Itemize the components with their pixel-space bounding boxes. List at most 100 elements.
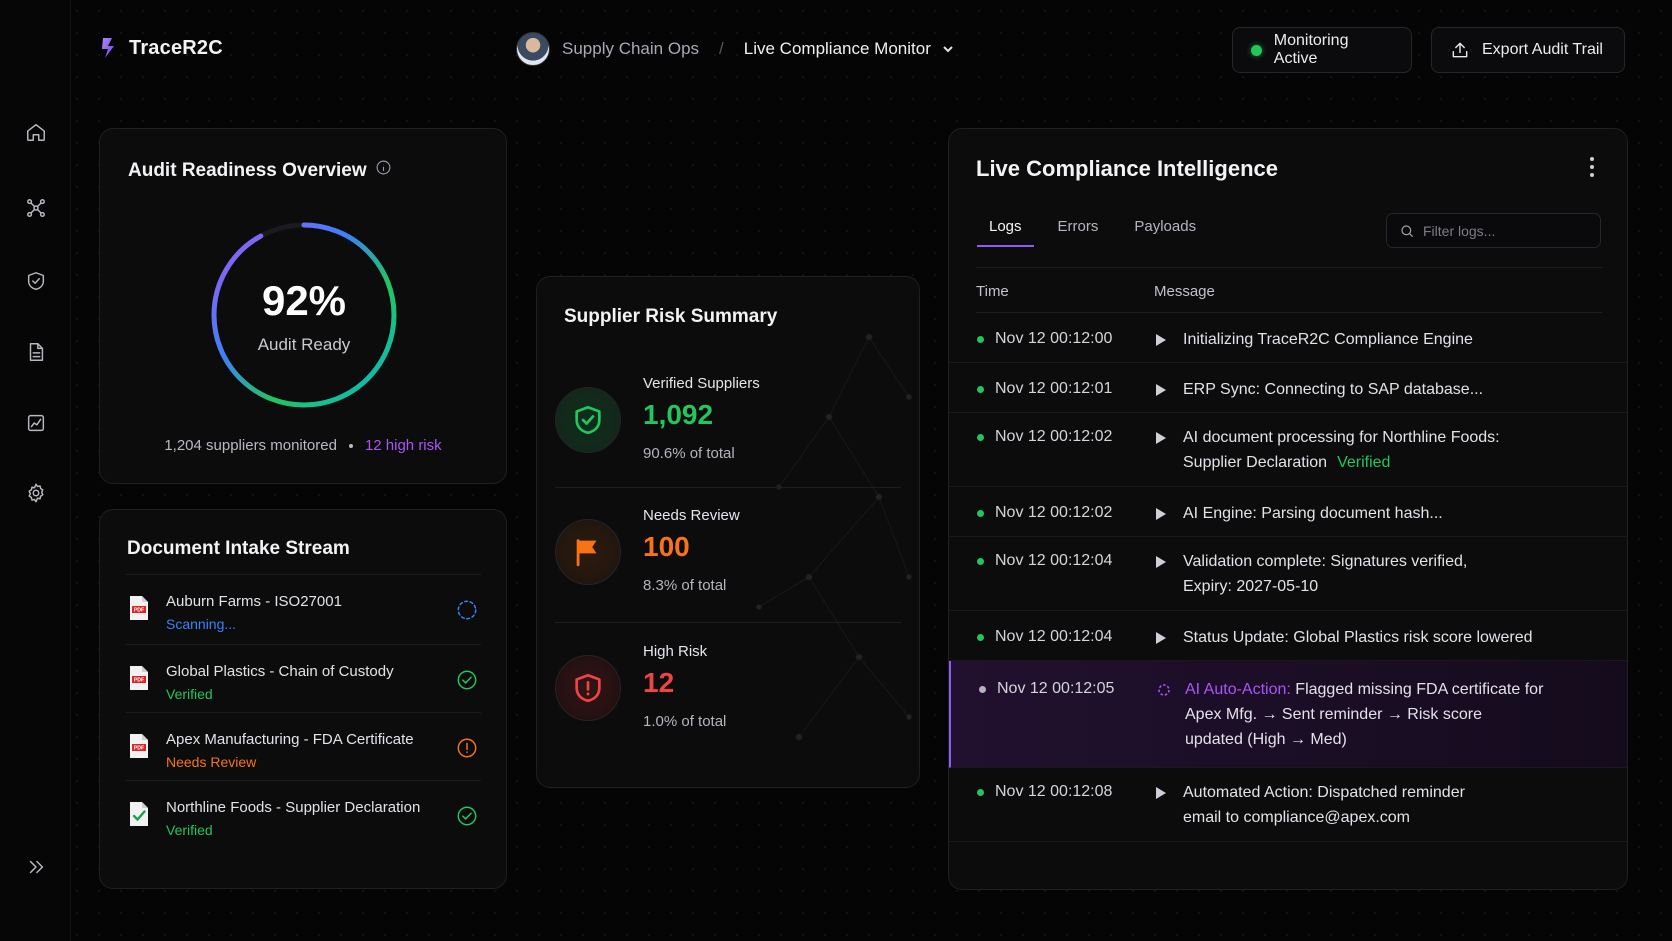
breadcrumb-separator: /: [719, 39, 724, 58]
analytics-icon[interactable]: [23, 410, 49, 436]
log-message-line: Automated Action: Dispatched reminder: [1183, 784, 1465, 801]
log-time: Nov 12 00:12:04: [995, 552, 1113, 569]
shield-check-icon[interactable]: [23, 268, 49, 294]
log-status-dot: [977, 634, 984, 641]
log-message: Status Update: Global Plastics risk scor…: [1183, 625, 1593, 650]
risk-title: Supplier Risk Summary: [564, 306, 778, 327]
log-message-line: ERP Sync: Connecting to SAP database...: [1183, 381, 1484, 398]
log-message: AI Engine: Parsing document hash...: [1183, 501, 1593, 526]
expand-play-icon[interactable]: [1155, 333, 1167, 347]
live-compliance-card: Live Compliance Intelligence Logs Errors…: [948, 128, 1628, 890]
risk-label: Verified Suppliers: [643, 375, 760, 392]
document-status: Verified: [166, 686, 213, 702]
risk-percent: 90.6% of total: [643, 445, 735, 462]
pdf-file-icon: PDF: [129, 595, 149, 621]
check-circle-icon: [456, 669, 478, 691]
audit-ready-label: Audit Ready: [257, 335, 351, 354]
risk-divider: [555, 622, 901, 623]
document-row[interactable]: PDF Apex Manufacturing - FDA Certificate N…: [126, 712, 481, 784]
sidebar: [0, 0, 71, 941]
audit-readiness-ring: 92% Audit Ready: [206, 217, 402, 413]
document-name: Apex Manufacturing - FDA Certificate: [166, 731, 414, 748]
log-row[interactable]: Nov 12 00:12:02 AI document processing fo…: [949, 413, 1627, 487]
shield-alert-icon: [555, 655, 621, 721]
breadcrumb-workspace[interactable]: Supply Chain Ops: [562, 39, 699, 59]
tab-logs[interactable]: Logs: [977, 212, 1034, 247]
log-row[interactable]: Nov 12 00:12:00 Initializing TraceR2C Com…: [949, 313, 1627, 363]
document-row[interactable]: PDF Auburn Farms - ISO27001 Scanning...: [126, 574, 481, 646]
network-icon[interactable]: [23, 195, 49, 221]
log-message: Initializing TraceR2C Compliance Engine: [1183, 327, 1593, 352]
log-row[interactable]: Nov 12 00:12:08 Automated Action: Dispatc…: [949, 768, 1627, 842]
tab-payloads[interactable]: Payloads: [1122, 212, 1208, 247]
network-background: [756, 333, 912, 741]
log-message-line: Status Update: Global Plastics risk scor…: [1183, 629, 1533, 646]
upload-icon: [1452, 42, 1468, 58]
document-row[interactable]: PDF Global Plastics - Chain of Custody Ver…: [126, 644, 481, 716]
log-message-line: AI document processing for Northline Foo…: [1183, 429, 1500, 446]
home-icon[interactable]: [23, 119, 49, 145]
risk-value: 100: [643, 531, 690, 562]
log-time: Nov 12 00:12:04: [995, 628, 1113, 645]
document-row[interactable]: Northline Foods - Supplier Declaration Ve…: [126, 780, 481, 852]
high-risk-link[interactable]: 12 high risk: [365, 437, 442, 454]
filter-logs-field[interactable]: [1386, 213, 1601, 248]
risk-percent: 8.3% of total: [643, 577, 727, 594]
document-icon[interactable]: [23, 339, 49, 365]
document-name: Northline Foods - Supplier Declaration: [166, 799, 421, 816]
svg-text:PDF: PDF: [134, 678, 144, 684]
expand-play-icon[interactable]: [1155, 786, 1167, 800]
ai-action-prefix: AI Auto-Action:: [1185, 681, 1291, 698]
tabs-divider: [976, 267, 1602, 268]
export-label: Export Audit Trail: [1482, 41, 1603, 58]
log-time: Nov 12 00:12:02: [995, 504, 1113, 521]
expand-play-icon[interactable]: [1155, 631, 1167, 645]
log-time: Nov 12 00:12:05: [997, 680, 1115, 697]
expand-play-icon[interactable]: [1155, 383, 1167, 397]
info-icon[interactable]: [375, 159, 392, 182]
ai-spark-icon[interactable]: [1157, 683, 1170, 697]
document-name: Auburn Farms - ISO27001: [166, 593, 342, 610]
expand-play-icon[interactable]: [1155, 431, 1167, 445]
monitoring-status-button[interactable]: Monitoring Active: [1232, 27, 1412, 73]
risk-value: 12: [643, 667, 675, 698]
log-row[interactable]: Nov 12 00:12:04 Status Update: Global Pla…: [949, 611, 1627, 661]
log-message: ERP Sync: Connecting to SAP database...: [1183, 377, 1593, 402]
log-status-dot: [977, 789, 984, 796]
log-row[interactable]: Nov 12 00:12:04 Validation complete: Sign…: [949, 537, 1627, 611]
log-message-line: Apex Mfg. → Sent reminder → Risk score: [1185, 706, 1482, 723]
breadcrumb-page[interactable]: Live Compliance Monitor: [744, 39, 931, 59]
expand-play-icon[interactable]: [1155, 555, 1167, 569]
log-tabs: Logs Errors Payloads: [977, 212, 1220, 247]
alert-circle-icon: [456, 737, 478, 759]
log-message-line: Flagged missing FDA certificate for: [1295, 681, 1544, 698]
brand-name: TraceR2C: [129, 36, 223, 59]
gear-icon[interactable]: [23, 480, 49, 506]
avatar[interactable]: [516, 32, 550, 66]
chevrons-right-icon[interactable]: [23, 854, 49, 880]
risk-value: 1,092: [643, 399, 714, 430]
risk-divider: [555, 487, 901, 488]
document-status: Verified: [166, 822, 213, 838]
live-title: Live Compliance Intelligence: [976, 156, 1278, 181]
chevron-down-icon[interactable]: [941, 42, 955, 56]
log-message-line: AI Engine: Parsing document hash...: [1183, 505, 1443, 522]
log-status-dot: [977, 386, 984, 393]
log-row[interactable]: Nov 12 00:12:01 ERP Sync: Connecting to S…: [949, 363, 1627, 413]
document-status: Scanning...: [166, 616, 237, 632]
filter-logs-input[interactable]: [1423, 222, 1583, 239]
log-message: Validation complete: Signatures verified…: [1183, 549, 1593, 599]
log-row[interactable]: Nov 12 00:12:05 AI Auto-Action: Flagged m…: [949, 661, 1627, 768]
search-icon: [1401, 224, 1414, 237]
tab-errors[interactable]: Errors: [1046, 212, 1111, 247]
brand-logo[interactable]: TraceR2C: [97, 36, 223, 60]
log-status-dot: [979, 686, 986, 693]
document-status: Needs Review: [166, 754, 257, 770]
log-message: AI document processing for Northline Foo…: [1183, 425, 1593, 475]
expand-play-icon[interactable]: [1155, 507, 1167, 521]
more-options-icon[interactable]: [1589, 157, 1595, 179]
log-row[interactable]: Nov 12 00:12:02 AI Engine: Parsing docume…: [949, 487, 1627, 537]
top-bar: TraceR2C Supply Chain Ops / Live Complia…: [71, 0, 1672, 100]
audit-title: Audit Readiness Overview: [128, 159, 367, 181]
export-audit-trail-button[interactable]: Export Audit Trail: [1431, 27, 1625, 73]
